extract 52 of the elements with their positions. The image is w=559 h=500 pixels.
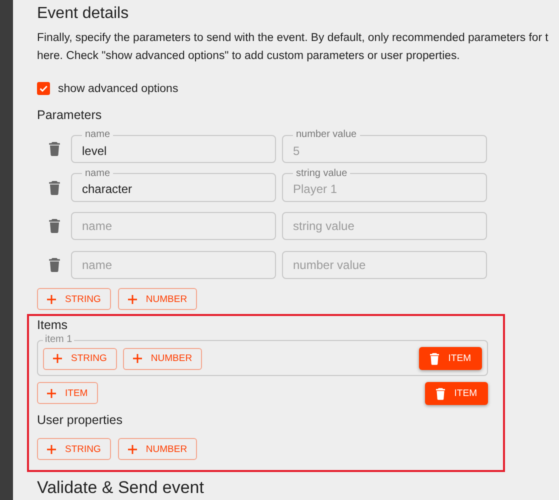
text-field[interactable]: name bbox=[71, 251, 276, 280]
add-button[interactable]: NUMBER bbox=[122, 348, 202, 370]
checkbox-label[interactable]: show advanced options bbox=[58, 82, 178, 95]
trash-icon bbox=[430, 352, 440, 365]
add-button[interactable]: ITEM bbox=[37, 382, 98, 404]
text-field[interactable]: string value Player 1 bbox=[282, 168, 487, 202]
plus-icon bbox=[47, 294, 56, 304]
input-field[interactable]: character bbox=[82, 182, 265, 196]
text-field[interactable]: string value bbox=[282, 212, 487, 240]
plus-icon bbox=[132, 354, 142, 364]
trash-icon[interactable] bbox=[48, 258, 60, 272]
plus-icon bbox=[47, 444, 56, 454]
text-field[interactable]: name character bbox=[71, 168, 276, 202]
section-label: Items bbox=[37, 317, 68, 334]
field-label: number value bbox=[295, 129, 358, 142]
input-field[interactable]: string value bbox=[293, 219, 476, 234]
text-field[interactable]: name bbox=[71, 212, 276, 240]
field-label: string value bbox=[295, 168, 348, 180]
delete-button[interactable]: ITEM bbox=[419, 347, 482, 370]
plus-icon bbox=[47, 388, 56, 398]
add-button[interactable]: NUMBER bbox=[118, 288, 198, 310]
input-field[interactable]: Player 1 bbox=[293, 182, 476, 196]
add-button[interactable]: STRING bbox=[37, 288, 111, 310]
item-label: item 1 bbox=[44, 334, 74, 346]
section-label: Parameters bbox=[37, 107, 102, 124]
section-heading: Validate & Send event bbox=[37, 477, 204, 500]
input-field[interactable]: 5 bbox=[293, 144, 476, 158]
input-field[interactable]: number value bbox=[293, 258, 476, 272]
description-text: Finally, specify the parameters to send with the event. By default, only recommended parameters for t bbox=[37, 31, 548, 46]
trash-icon[interactable] bbox=[48, 219, 60, 234]
trash-icon[interactable] bbox=[48, 142, 60, 156]
section-label: User properties bbox=[37, 412, 122, 430]
field-label: name bbox=[84, 129, 112, 142]
plus-icon bbox=[128, 294, 137, 304]
text-field[interactable]: number value bbox=[282, 251, 487, 280]
plus-icon bbox=[53, 354, 62, 364]
input-field[interactable]: name bbox=[82, 219, 265, 234]
description-text: here. Check "show advanced options" to add custom parameters or user properties. bbox=[37, 49, 460, 64]
add-button[interactable]: NUMBER bbox=[118, 438, 198, 460]
text-field[interactable]: number value 5 bbox=[282, 129, 487, 164]
delete-button[interactable]: ITEM bbox=[425, 382, 488, 406]
input-field[interactable]: level bbox=[82, 144, 265, 158]
add-button[interactable]: STRING bbox=[43, 348, 117, 370]
field-label: name bbox=[84, 168, 112, 180]
plus-icon bbox=[128, 444, 137, 454]
trash-icon[interactable] bbox=[48, 180, 60, 195]
add-button[interactable]: STRING bbox=[37, 438, 111, 460]
trash-icon bbox=[436, 388, 446, 400]
input-field[interactable]: name bbox=[82, 258, 265, 272]
section-heading: Event details bbox=[37, 4, 129, 24]
text-field[interactable]: name level bbox=[71, 129, 276, 164]
checkbox[interactable] bbox=[37, 82, 50, 96]
